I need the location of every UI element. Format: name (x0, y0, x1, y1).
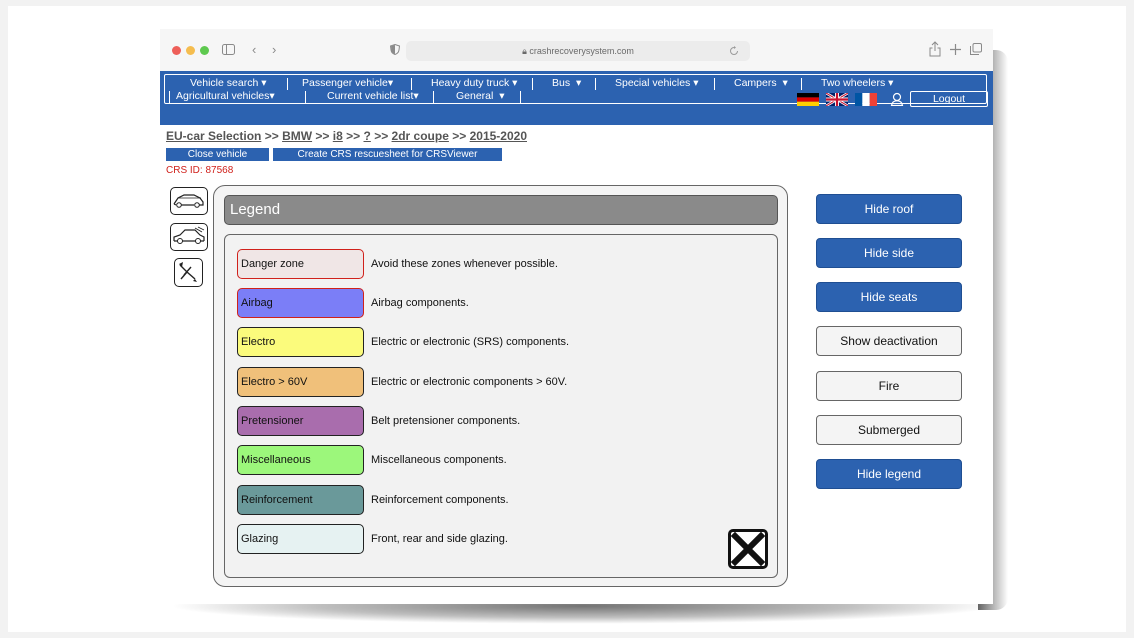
breadcrumb-separator: >> (315, 129, 330, 143)
browser-titlebar: ‹ › 🔒︎ crashrecoverysystem.com (160, 29, 993, 71)
submerged-button[interactable]: Submerged (816, 415, 962, 445)
car-top-view-icon[interactable] (170, 187, 208, 215)
menu-separator (287, 78, 288, 90)
menu-separator (801, 78, 802, 90)
menu-general[interactable]: General ▾ (456, 90, 504, 103)
menu-vehicle-search[interactable]: Vehicle search ▾ (190, 77, 267, 90)
legend-panel: Legend Danger zone Avoid these zones whe… (213, 185, 788, 587)
menu-two-wheelers[interactable]: Two wheelers ▾ (821, 77, 893, 90)
breadcrumb-make[interactable]: BMW (282, 129, 312, 143)
breadcrumb: EU-car Selection >> BMW >> i8 >> ? >> 2d… (166, 129, 527, 143)
breadcrumb-variant[interactable]: ? (364, 129, 371, 143)
menu-separator (411, 78, 412, 90)
french-flag-icon[interactable] (855, 93, 877, 106)
menu-separator (433, 91, 434, 103)
legend-swatch-electro: Electro (237, 327, 364, 357)
menu-separator (595, 78, 596, 90)
legend-desc-glazing: Front, rear and side glazing. (371, 533, 508, 545)
menu-passenger-vehicle[interactable]: Passenger vehicle▾ (302, 77, 393, 90)
lock-icon: 🔒︎ (522, 46, 527, 56)
car-side-view-icon[interactable] (170, 223, 208, 251)
legend-desc-pretensioner: Belt pretensioner components. (371, 415, 521, 427)
menu-bus[interactable]: Bus ▾ (552, 77, 581, 90)
legend-desc-danger-zone: Avoid these zones whenever possible. (371, 258, 558, 270)
close-vehicle-button[interactable]: Close vehicle (166, 148, 269, 161)
chevron-down-icon: ▾ (269, 90, 275, 102)
sidebar-icon[interactable] (222, 44, 235, 55)
fire-button[interactable]: Fire (816, 371, 962, 401)
chevron-down-icon: ▾ (693, 77, 699, 89)
user-icon[interactable] (890, 92, 904, 106)
browser-window: ‹ › 🔒︎ crashrecoverysystem.com Vehicle s… (160, 29, 993, 604)
breadcrumb-model[interactable]: i8 (333, 129, 343, 143)
chevron-down-icon: ▾ (575, 77, 582, 89)
menu-separator (169, 91, 170, 103)
menu-separator (532, 78, 533, 90)
close-legend-button[interactable] (728, 529, 768, 569)
chevron-down-icon: ▾ (512, 77, 518, 89)
tab-overview-icon[interactable] (970, 43, 982, 55)
close-window-dot[interactable] (172, 46, 181, 55)
breadcrumb-separator: >> (264, 129, 279, 143)
main-navigation: Vehicle search ▾ Passenger vehicle▾ Heav… (160, 71, 993, 125)
breadcrumb-eu-car-selection[interactable]: EU-car Selection (166, 129, 261, 143)
menu-special-vehicles[interactable]: Special vehicles ▾ (615, 77, 699, 90)
address-bar[interactable]: 🔒︎ crashrecoverysystem.com (406, 41, 750, 61)
legend-swatch-danger-zone: Danger zone (237, 249, 364, 279)
menu-campers[interactable]: Campers ▾ (734, 77, 788, 90)
german-flag-icon[interactable] (797, 93, 819, 106)
menu-separator (714, 78, 715, 90)
legend-swatch-glazing: Glazing (237, 524, 364, 554)
share-icon[interactable] (929, 41, 941, 57)
menu-separator (520, 91, 521, 103)
uk-flag-icon[interactable] (826, 93, 848, 106)
menu-separator (305, 91, 306, 103)
logout-button[interactable]: Logout (910, 91, 988, 107)
breadcrumb-separator: >> (346, 129, 361, 143)
chevron-down-icon: ▾ (782, 77, 788, 89)
menu-heavy-duty-truck[interactable]: Heavy duty truck ▾ (431, 77, 517, 90)
breadcrumb-body[interactable]: 2dr coupe (392, 129, 449, 143)
legend-desc-electro-60v: Electric or electronic components > 60V. (371, 376, 568, 388)
menu-agricultural-vehicles[interactable]: Agricultural vehicles▾ (176, 90, 275, 103)
breadcrumb-separator: >> (452, 129, 467, 143)
crs-id: CRS ID: 87568 (166, 165, 234, 176)
address-url: 🔒︎ crashrecoverysystem.com (522, 46, 634, 56)
privacy-shield-icon[interactable] (390, 44, 400, 55)
chevron-down-icon: ▾ (387, 77, 394, 89)
chevron-down-icon: ▾ (888, 77, 894, 89)
hide-side-button[interactable]: Hide side (816, 238, 962, 268)
legend-desc-reinforcement: Reinforcement components. (371, 494, 509, 506)
legend-swatch-pretensioner: Pretensioner (237, 406, 364, 436)
back-icon[interactable]: ‹ (252, 40, 256, 60)
legend-list: Danger zone Avoid these zones whenever p… (224, 234, 778, 578)
legend-desc-miscellaneous: Miscellaneous components. (371, 454, 507, 466)
rescue-tool-icon[interactable] (174, 258, 203, 287)
legend-swatch-electro-60v: Electro > 60V (237, 367, 364, 397)
menu-current-vehicle-list[interactable]: Current vehicle list▾ (327, 90, 419, 103)
forward-icon[interactable]: › (272, 40, 276, 60)
close-icon (730, 531, 766, 567)
screenshot-stage: ‹ › 🔒︎ crashrecoverysystem.com Vehicle s… (0, 0, 1134, 638)
chevron-down-icon: ▾ (499, 90, 505, 102)
reload-icon[interactable] (729, 46, 739, 56)
breadcrumb-separator: >> (374, 129, 389, 143)
breadcrumb-years[interactable]: 2015-2020 (470, 129, 527, 143)
chevron-down-icon: ▾ (261, 77, 267, 89)
hide-roof-button[interactable]: Hide roof (816, 194, 962, 224)
hide-seats-button[interactable]: Hide seats (816, 282, 962, 312)
create-rescuesheet-button[interactable]: Create CRS rescuesheet for CRSViewer (273, 148, 502, 161)
legend-swatch-reinforcement: Reinforcement (237, 485, 364, 515)
minimize-window-dot[interactable] (186, 46, 195, 55)
new-tab-icon[interactable] (950, 44, 961, 55)
legend-swatch-airbag: Airbag (237, 288, 364, 318)
show-deactivation-button[interactable]: Show deactivation (816, 326, 962, 356)
legend-desc-electro: Electric or electronic (SRS) components. (371, 336, 570, 348)
legend-desc-airbag: Airbag components. (371, 297, 469, 309)
legend-swatch-miscellaneous: Miscellaneous (237, 445, 364, 475)
legend-title: Legend (224, 195, 778, 225)
hide-legend-button[interactable]: Hide legend (816, 459, 962, 489)
zoom-window-dot[interactable] (200, 46, 209, 55)
chevron-down-icon: ▾ (413, 90, 419, 102)
